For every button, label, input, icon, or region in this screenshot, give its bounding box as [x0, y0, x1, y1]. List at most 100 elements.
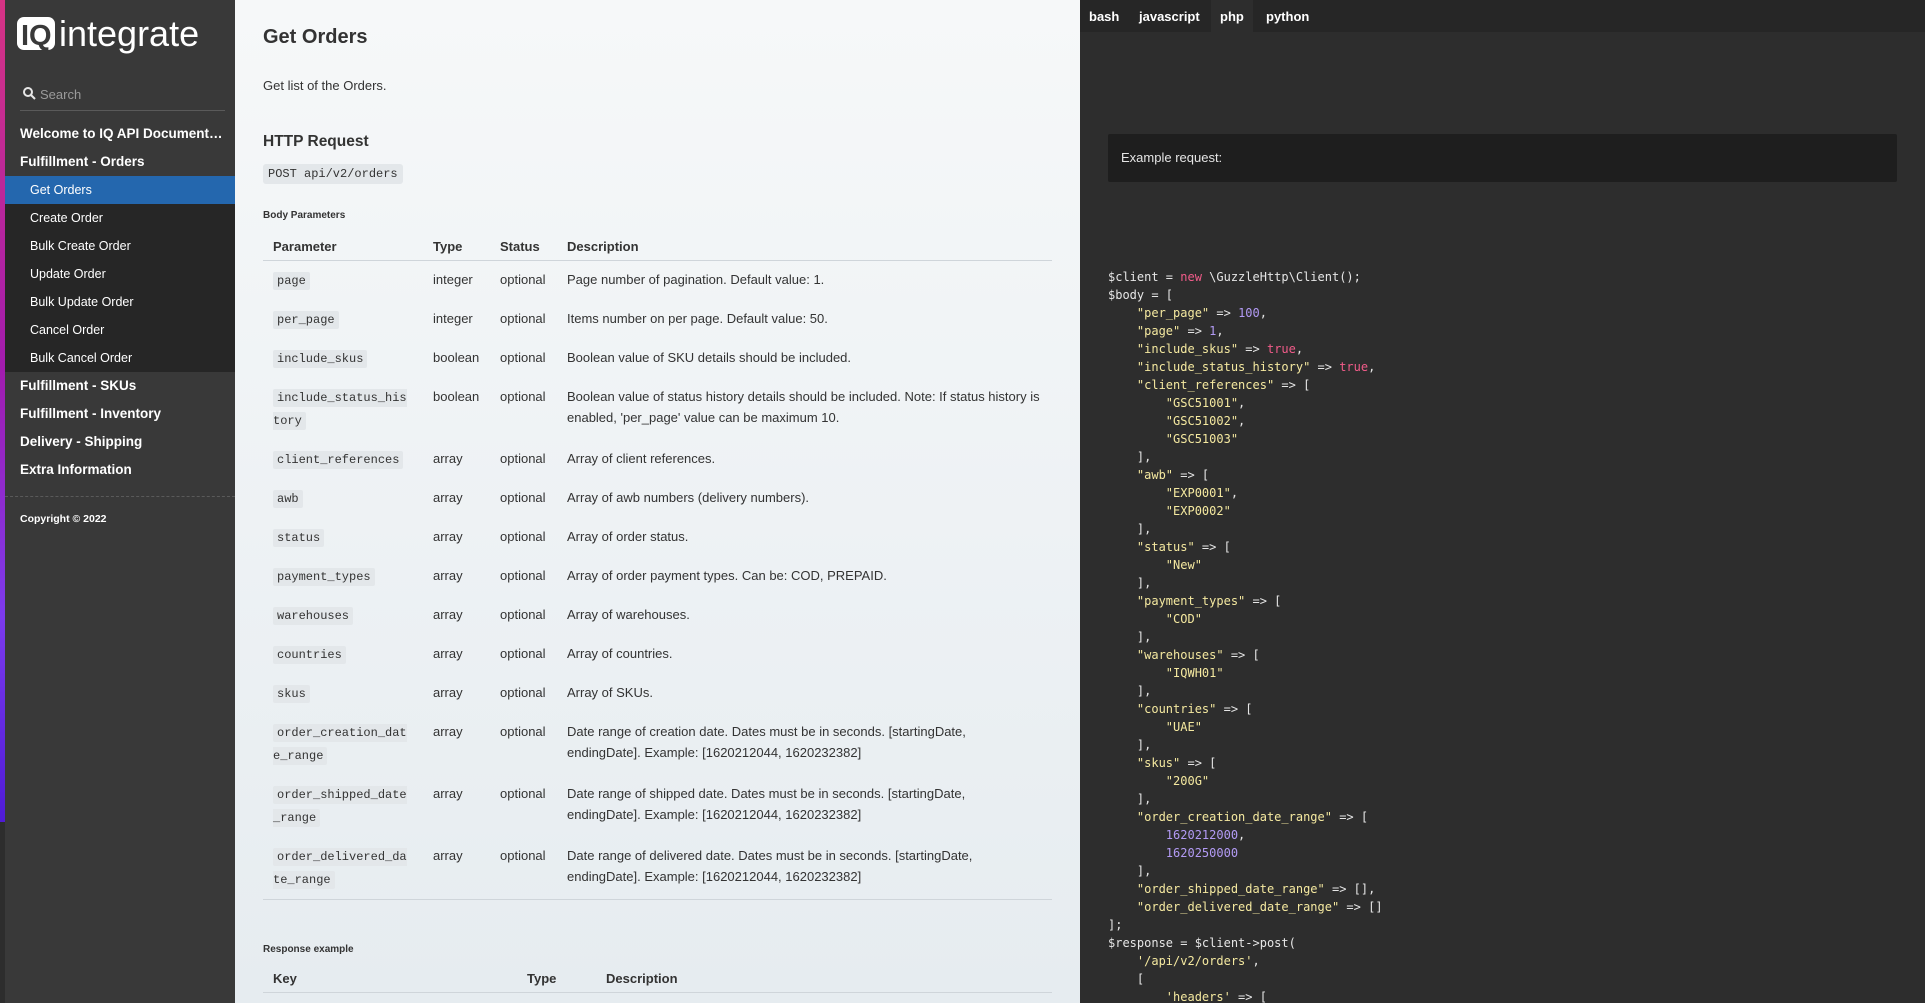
sidebar-item-bulk-update-order[interactable]: Bulk Update Order	[5, 288, 235, 316]
sidebar-item-fulfillment-inventory[interactable]: Fulfillment - Inventory	[5, 400, 235, 428]
sidebar-item-fulfillment-skus[interactable]: Fulfillment - SKUs	[5, 372, 235, 400]
param-name-code: awb	[273, 490, 303, 508]
code-token: => [	[1194, 540, 1231, 554]
param-type-cell: array	[433, 685, 463, 700]
sidebar-divider	[5, 496, 235, 497]
code-token: ,	[1230, 486, 1239, 500]
code-token: "per_page"	[1136, 306, 1210, 320]
tab-bash[interactable]: bash	[1080, 0, 1128, 32]
tab-javascript[interactable]: javascript	[1130, 0, 1209, 32]
search-input[interactable]	[40, 84, 220, 104]
param-type-cell: array	[433, 568, 463, 583]
code-token: ,	[1238, 828, 1246, 842]
svg-text:IQ: IQ	[21, 20, 52, 52]
param-description-cell: Array of countries.	[567, 646, 673, 661]
param-type-cell: array	[433, 646, 463, 661]
param-name-cell: payment_types	[263, 557, 423, 596]
code-token: "GSC51002"	[1165, 414, 1239, 428]
param-description-cell: Date range of delivered date. Dates must…	[557, 837, 1052, 900]
table-row: include_status_history boolean optional Boo…	[263, 378, 1052, 440]
param-name-code: warehouses	[273, 607, 354, 625]
code-token: "UAE"	[1165, 720, 1202, 734]
table-row: order_delivered_date_range array optional D…	[263, 837, 1052, 900]
sidebar-item-cancel-order[interactable]: Cancel Order	[5, 316, 235, 344]
param-description-cell: Boolean value of SKU details should be i…	[567, 350, 852, 365]
column-header-description: Description	[557, 232, 1052, 261]
sidebar-item-update-order[interactable]: Update Order	[5, 260, 235, 288]
sidebar-item-extra-information[interactable]: Extra Information	[5, 456, 235, 484]
sidebar-item-get-orders[interactable]: Get Orders	[5, 176, 235, 204]
code-token: 'headers'	[1165, 990, 1231, 1003]
param-status-cell: optional	[500, 490, 546, 505]
param-description-cell: Array of awb numbers (delivery numbers).	[567, 490, 810, 505]
code-token: "EXP0001"	[1165, 486, 1231, 500]
sidebar-item-welcome[interactable]: Welcome to IQ API Documentation	[5, 120, 235, 148]
page-title: Get Orders	[263, 26, 368, 48]
param-status-cell: optional	[500, 529, 546, 544]
code-token: "include_skus"	[1136, 342, 1239, 356]
param-type-cell: integer	[433, 311, 473, 326]
param-description-cell: Boolean value of status history details …	[567, 389, 1040, 425]
table-row: include_skus boolean optional Boolean value…	[263, 339, 1052, 378]
code-token: => [],	[1324, 882, 1376, 896]
param-description-cell: Array of client references.	[567, 451, 716, 466]
code-token: => [	[1180, 756, 1217, 770]
response-example-label: Response example	[263, 944, 354, 955]
iq-integrate-logo[interactable]: IQ integrate	[16, 12, 231, 58]
param-status-cell: optional	[500, 646, 546, 661]
param-status-cell: optional	[490, 837, 557, 900]
code-token: new	[1180, 270, 1202, 284]
http-request-heading: HTTP Request	[263, 133, 369, 150]
code-token: "order_delivered_date_range"	[1136, 900, 1340, 914]
sidebar-item-delivery-shipping[interactable]: Delivery - Shipping	[5, 428, 235, 456]
code-token: "client_references"	[1136, 378, 1275, 392]
sidebar-item-bulk-create-order[interactable]: Bulk Create Order	[5, 232, 235, 260]
param-name-cell: include_status_history	[263, 378, 423, 440]
sidebar-item-create-order[interactable]: Create Order	[5, 204, 235, 232]
param-type-cell: array	[433, 490, 463, 505]
column-header-type: Type	[517, 964, 596, 993]
code-token: =>	[1310, 360, 1340, 374]
code-token: '/api/v2/orders'	[1136, 954, 1253, 968]
table-row: warehouses array optional Array of warehous…	[263, 596, 1052, 635]
param-name-cell: skus	[263, 674, 423, 713]
code-token: ],	[1108, 864, 1152, 878]
code-block[interactable]: $client = new \GuzzleHttp\Client(); $bod…	[1108, 268, 1383, 1003]
main-content: Get Orders Get list of the Orders. HTTP …	[235, 0, 1080, 1003]
column-header-description: Description	[596, 964, 1052, 993]
param-name-cell: warehouses	[263, 596, 423, 635]
param-type-cell: array	[433, 607, 463, 622]
param-name-code: client_references	[273, 451, 404, 469]
param-status-cell: optional	[500, 607, 546, 622]
tab-php[interactable]: php	[1211, 0, 1253, 32]
param-name-cell: order_shipped_date_range	[263, 775, 423, 837]
table-row: countries array optional Array of countries…	[263, 635, 1052, 674]
code-token: =>	[1180, 324, 1210, 338]
sidebar-item-bulk-cancel-order[interactable]: Bulk Cancel Order	[5, 344, 235, 372]
param-status-cell: optional	[500, 350, 546, 365]
code-token: 1620212000	[1165, 828, 1239, 842]
param-type-cell: array	[433, 786, 463, 801]
param-name-cell: order_creation_date_range	[263, 713, 423, 775]
param-name-code: include_skus	[273, 350, 368, 368]
sidebar-item-fulfillment-orders[interactable]: Fulfillment - Orders	[5, 148, 235, 176]
copyright: Copyright © 2022	[20, 513, 107, 525]
code-token: true	[1339, 360, 1369, 374]
code-token: $client =	[1108, 270, 1181, 284]
param-status-cell: optional	[500, 451, 546, 466]
table-row: order_shipped_date_range array optional Dat…	[263, 775, 1052, 837]
table-row: status array optional Array of order status…	[263, 518, 1052, 557]
tab-python[interactable]: python	[1257, 0, 1318, 32]
param-name-cell: order_delivered_date_range	[263, 837, 423, 900]
param-name-cell: per_page	[263, 300, 423, 339]
param-type-cell: array	[423, 837, 490, 900]
